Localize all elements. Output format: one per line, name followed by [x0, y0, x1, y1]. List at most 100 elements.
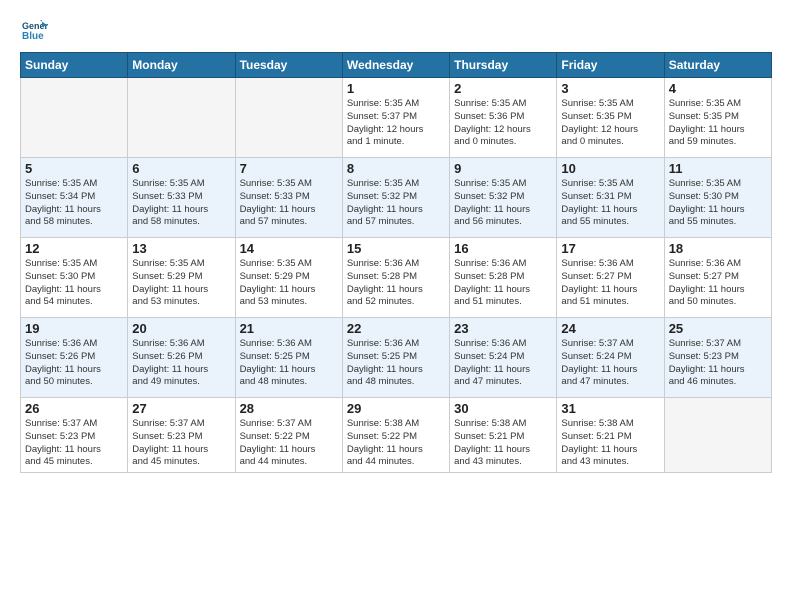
day-number: 14 [240, 241, 338, 256]
calendar-day-cell: 20Sunrise: 5:36 AM Sunset: 5:26 PM Dayli… [128, 318, 235, 398]
day-info: Sunrise: 5:35 AM Sunset: 5:32 PM Dayligh… [347, 178, 445, 229]
day-number: 26 [25, 401, 123, 416]
calendar-day-cell: 7 Sunrise: 5:35 AM Sunset: 5:33 PM Daylig… [235, 158, 342, 238]
calendar-day-cell: 31Sunrise: 5:38 AM Sunset: 5:21 PM Dayli… [557, 398, 664, 473]
day-number: 10 [561, 161, 659, 176]
calendar-day-cell: 21 Sunrise: 5:36 AM Sunset: 5:25 PM Dayli… [235, 318, 342, 398]
day-header-friday: Friday [557, 53, 664, 78]
day-info: Sunrise: 5:35 AM Sunset: 5:35 PM Dayligh… [561, 98, 659, 149]
day-info: Sunrise: 5:37 AM Sunset: 5:23 PM Dayligh… [25, 418, 123, 469]
day-number: 9 [454, 161, 552, 176]
day-number: 15 [347, 241, 445, 256]
day-info: Sunrise: 5:35 AM Sunset: 5:37 PM Dayligh… [347, 98, 445, 149]
calendar-day-cell: 9 Sunrise: 5:35 AM Sunset: 5:32 PM Daylig… [450, 158, 557, 238]
day-number: 7 [240, 161, 338, 176]
day-info: Sunrise: 5:37 AM Sunset: 5:23 PM Dayligh… [669, 338, 767, 389]
calendar: SundayMondayTuesdayWednesdayThursdayFrid… [20, 52, 772, 473]
calendar-day-cell: 1Sunrise: 5:35 AM Sunset: 5:37 PM Daylig… [342, 78, 449, 158]
day-header-thursday: Thursday [450, 53, 557, 78]
day-number: 8 [347, 161, 445, 176]
day-number: 18 [669, 241, 767, 256]
day-info: Sunrise: 5:35 AM Sunset: 5:34 PM Dayligh… [25, 178, 123, 229]
day-info: Sunrise: 5:38 AM Sunset: 5:21 PM Dayligh… [454, 418, 552, 469]
day-info: Sunrise: 5:35 AM Sunset: 5:32 PM Dayligh… [454, 178, 552, 229]
calendar-day-cell: 11 Sunrise: 5:35 AM Sunset: 5:30 PM Dayli… [664, 158, 771, 238]
day-info: Sunrise: 5:35 AM Sunset: 5:36 PM Dayligh… [454, 98, 552, 149]
day-info: Sunrise: 5:36 AM Sunset: 5:27 PM Dayligh… [561, 258, 659, 309]
day-info: Sunrise: 5:36 AM Sunset: 5:26 PM Dayligh… [132, 338, 230, 389]
day-info: Sunrise: 5:35 AM Sunset: 5:33 PM Dayligh… [132, 178, 230, 229]
day-number: 23 [454, 321, 552, 336]
calendar-day-cell: 8 Sunrise: 5:35 AM Sunset: 5:32 PM Daylig… [342, 158, 449, 238]
day-header-tuesday: Tuesday [235, 53, 342, 78]
calendar-day-cell: 16Sunrise: 5:36 AM Sunset: 5:28 PM Dayli… [450, 238, 557, 318]
calendar-week-row: 26 Sunrise: 5:37 AM Sunset: 5:23 PM Dayli… [21, 398, 772, 473]
calendar-empty-cell [235, 78, 342, 158]
calendar-day-cell: 3 Sunrise: 5:35 AM Sunset: 5:35 PM Daylig… [557, 78, 664, 158]
calendar-day-cell: 22Sunrise: 5:36 AM Sunset: 5:25 PM Dayli… [342, 318, 449, 398]
day-header-wednesday: Wednesday [342, 53, 449, 78]
day-info: Sunrise: 5:37 AM Sunset: 5:23 PM Dayligh… [132, 418, 230, 469]
logo: General Blue [20, 16, 52, 44]
calendar-week-row: 19 Sunrise: 5:36 AM Sunset: 5:26 PM Dayli… [21, 318, 772, 398]
day-number: 21 [240, 321, 338, 336]
calendar-week-row: 12 Sunrise: 5:35 AM Sunset: 5:30 PM Dayli… [21, 238, 772, 318]
calendar-day-cell: 13Sunrise: 5:35 AM Sunset: 5:29 PM Dayli… [128, 238, 235, 318]
calendar-day-cell: 12 Sunrise: 5:35 AM Sunset: 5:30 PM Dayli… [21, 238, 128, 318]
calendar-day-cell: 24 Sunrise: 5:37 AM Sunset: 5:24 PM Dayli… [557, 318, 664, 398]
day-number: 2 [454, 81, 552, 96]
calendar-day-cell: 17 Sunrise: 5:36 AM Sunset: 5:27 PM Dayli… [557, 238, 664, 318]
calendar-day-cell: 2 Sunrise: 5:35 AM Sunset: 5:36 PM Daylig… [450, 78, 557, 158]
day-number: 17 [561, 241, 659, 256]
day-info: Sunrise: 5:35 AM Sunset: 5:31 PM Dayligh… [561, 178, 659, 229]
day-header-monday: Monday [128, 53, 235, 78]
logo-icon: General Blue [20, 16, 48, 44]
day-info: Sunrise: 5:35 AM Sunset: 5:29 PM Dayligh… [240, 258, 338, 309]
day-number: 28 [240, 401, 338, 416]
calendar-day-cell: 10 Sunrise: 5:35 AM Sunset: 5:31 PM Dayli… [557, 158, 664, 238]
day-number: 24 [561, 321, 659, 336]
calendar-day-cell: 30 Sunrise: 5:38 AM Sunset: 5:21 PM Dayli… [450, 398, 557, 473]
calendar-week-row: 5 Sunrise: 5:35 AM Sunset: 5:34 PM Daylig… [21, 158, 772, 238]
day-number: 6 [132, 161, 230, 176]
svg-text:Blue: Blue [22, 31, 44, 42]
day-info: Sunrise: 5:35 AM Sunset: 5:30 PM Dayligh… [25, 258, 123, 309]
day-info: Sunrise: 5:36 AM Sunset: 5:25 PM Dayligh… [240, 338, 338, 389]
day-info: Sunrise: 5:36 AM Sunset: 5:24 PM Dayligh… [454, 338, 552, 389]
calendar-day-cell: 29 Sunrise: 5:38 AM Sunset: 5:22 PM Dayli… [342, 398, 449, 473]
day-header-saturday: Saturday [664, 53, 771, 78]
day-number: 4 [669, 81, 767, 96]
day-number: 29 [347, 401, 445, 416]
calendar-day-cell: 19Sunrise: 5:36 AM Sunset: 5:26 PM Dayli… [21, 318, 128, 398]
day-info: Sunrise: 5:37 AM Sunset: 5:24 PM Dayligh… [561, 338, 659, 389]
calendar-empty-cell [21, 78, 128, 158]
day-info: Sunrise: 5:37 AM Sunset: 5:22 PM Dayligh… [240, 418, 338, 469]
day-info: Sunrise: 5:35 AM Sunset: 5:35 PM Dayligh… [669, 98, 767, 149]
day-info: Sunrise: 5:36 AM Sunset: 5:25 PM Dayligh… [347, 338, 445, 389]
day-number: 11 [669, 161, 767, 176]
day-number: 30 [454, 401, 552, 416]
calendar-day-cell: 4 Sunrise: 5:35 AM Sunset: 5:35 PM Daylig… [664, 78, 771, 158]
calendar-day-cell: 5 Sunrise: 5:35 AM Sunset: 5:34 PM Daylig… [21, 158, 128, 238]
calendar-header-row: SundayMondayTuesdayWednesdayThursdayFrid… [21, 53, 772, 78]
calendar-day-cell: 6 Sunrise: 5:35 AM Sunset: 5:33 PM Daylig… [128, 158, 235, 238]
page: General Blue SundayMondayTuesdayWednesda… [0, 0, 792, 612]
calendar-day-cell: 25 Sunrise: 5:37 AM Sunset: 5:23 PM Dayli… [664, 318, 771, 398]
day-number: 25 [669, 321, 767, 336]
day-info: Sunrise: 5:38 AM Sunset: 5:22 PM Dayligh… [347, 418, 445, 469]
header: General Blue [20, 16, 772, 44]
calendar-week-row: 1Sunrise: 5:35 AM Sunset: 5:37 PM Daylig… [21, 78, 772, 158]
calendar-day-cell: 18Sunrise: 5:36 AM Sunset: 5:27 PM Dayli… [664, 238, 771, 318]
day-info: Sunrise: 5:35 AM Sunset: 5:33 PM Dayligh… [240, 178, 338, 229]
day-number: 19 [25, 321, 123, 336]
calendar-day-cell: 27 Sunrise: 5:37 AM Sunset: 5:23 PM Dayli… [128, 398, 235, 473]
day-header-sunday: Sunday [21, 53, 128, 78]
day-number: 27 [132, 401, 230, 416]
day-number: 3 [561, 81, 659, 96]
day-number: 5 [25, 161, 123, 176]
calendar-day-cell: 28 Sunrise: 5:37 AM Sunset: 5:22 PM Dayli… [235, 398, 342, 473]
day-info: Sunrise: 5:35 AM Sunset: 5:30 PM Dayligh… [669, 178, 767, 229]
calendar-day-cell: 15 Sunrise: 5:36 AM Sunset: 5:28 PM Dayli… [342, 238, 449, 318]
day-info: Sunrise: 5:36 AM Sunset: 5:28 PM Dayligh… [347, 258, 445, 309]
day-number: 12 [25, 241, 123, 256]
